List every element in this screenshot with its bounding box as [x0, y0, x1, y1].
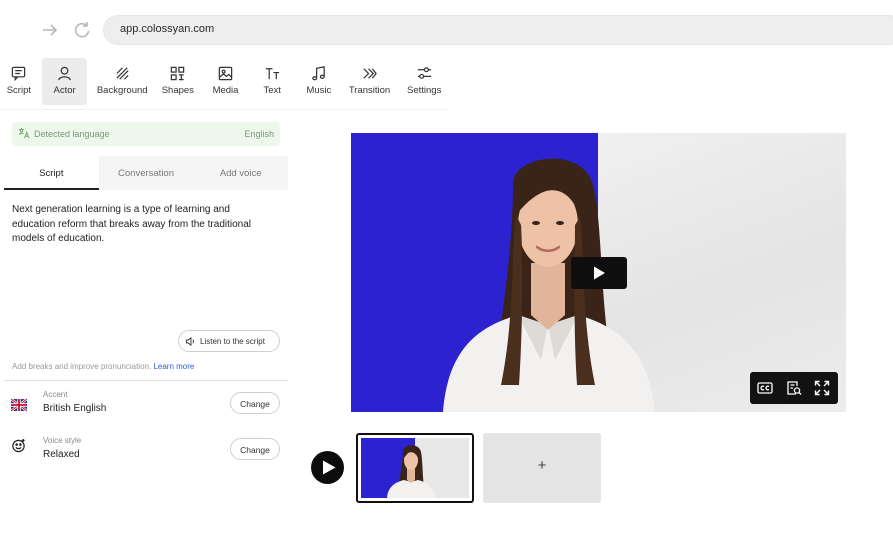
voice-style-row: Voice style Relaxed Change	[4, 432, 288, 472]
play-icon	[594, 266, 605, 280]
detected-language-value: English	[244, 129, 274, 139]
media-icon	[218, 66, 233, 81]
scene-thumbnail-image	[361, 438, 469, 498]
video-preview[interactable]	[351, 133, 846, 412]
tool-background[interactable]: Background	[90, 58, 154, 105]
learn-more-link[interactable]: Learn more	[153, 362, 194, 371]
actor-avatar	[443, 158, 655, 412]
actor-icon	[58, 66, 71, 81]
tab-add-voice[interactable]: Add voice	[193, 156, 288, 190]
editor-toolbar: Script Actor Background Shapes Media Tex…	[0, 58, 450, 108]
uk-flag-icon	[11, 398, 27, 412]
translate-icon	[18, 128, 30, 139]
tool-label: Settings	[407, 85, 442, 96]
tool-label: Text	[263, 85, 281, 96]
music-icon	[312, 66, 326, 81]
background-icon	[116, 67, 129, 80]
video-controls	[750, 372, 838, 404]
accent-value: British English	[43, 403, 107, 414]
play-icon	[323, 460, 336, 475]
settings-icon	[417, 67, 431, 79]
script-editor[interactable]: Next generation learning is a type of le…	[12, 203, 272, 247]
tool-label: Background	[96, 85, 148, 96]
text-icon	[265, 68, 279, 80]
voice-style-value: Relaxed	[43, 449, 80, 460]
tool-script[interactable]: Script	[0, 58, 38, 105]
tool-label: Media	[212, 85, 239, 96]
plus-icon: +	[537, 457, 547, 474]
video-play-button[interactable]	[571, 257, 627, 289]
listen-to-script-button[interactable]: Listen to the script	[178, 330, 280, 352]
scene-thumbnail[interactable]	[356, 433, 474, 503]
tool-label: Script	[6, 85, 32, 96]
thumbnail-actor	[387, 445, 435, 498]
toolbar-divider	[0, 109, 448, 110]
tab-script[interactable]: Script	[4, 156, 99, 190]
tool-settings[interactable]: Settings	[398, 58, 450, 105]
listen-button-label: Listen to the script	[200, 337, 265, 346]
accent-label: Accent	[43, 390, 68, 399]
script-icon	[12, 66, 26, 82]
transition-icon	[363, 68, 377, 79]
change-accent-button[interactable]: Change	[230, 392, 280, 414]
speaker-icon	[185, 336, 194, 347]
tool-label: Shapes	[161, 85, 194, 96]
tool-actor[interactable]: Actor	[41, 58, 88, 105]
tool-media[interactable]: Media	[204, 58, 248, 105]
reload-icon[interactable]	[72, 20, 92, 40]
browser-bar: app.colossyan.com	[0, 0, 893, 58]
add-scene-button[interactable]: +	[483, 433, 601, 503]
tool-transition[interactable]: Transition	[344, 58, 396, 105]
closed-captions-icon[interactable]	[757, 380, 773, 396]
smiley-icon	[12, 438, 25, 453]
forward-arrow-icon[interactable]	[40, 20, 60, 40]
tool-music[interactable]: Music	[297, 58, 341, 105]
change-voice-style-button[interactable]: Change	[230, 438, 280, 460]
voice-style-label: Voice style	[43, 436, 82, 445]
timeline-play-button[interactable]	[311, 451, 344, 484]
shapes-icon	[171, 66, 185, 81]
detected-language-banner: Detected language English	[12, 122, 280, 146]
address-bar[interactable]: app.colossyan.com	[103, 15, 893, 45]
accent-row: Accent British English Change	[4, 386, 288, 426]
pronunciation-hint: Add breaks and improve pronunciation. Le…	[12, 362, 194, 371]
hint-text: Add breaks and improve pronunciation.	[12, 362, 152, 371]
script-tabs: Script Conversation Add voice	[4, 156, 288, 190]
detected-language-label: Detected language	[34, 129, 110, 139]
tab-conversation[interactable]: Conversation	[99, 156, 194, 190]
tool-text[interactable]: Text	[250, 58, 294, 105]
tool-label: Transition	[348, 85, 391, 96]
transcript-search-icon[interactable]	[786, 380, 802, 396]
tool-label: Music	[306, 85, 332, 96]
fullscreen-icon[interactable]	[814, 380, 830, 396]
section-divider	[4, 380, 288, 381]
tool-shapes[interactable]: Shapes	[154, 58, 202, 105]
url-text: app.colossyan.com	[120, 23, 215, 35]
tool-label: Actor	[53, 85, 76, 96]
